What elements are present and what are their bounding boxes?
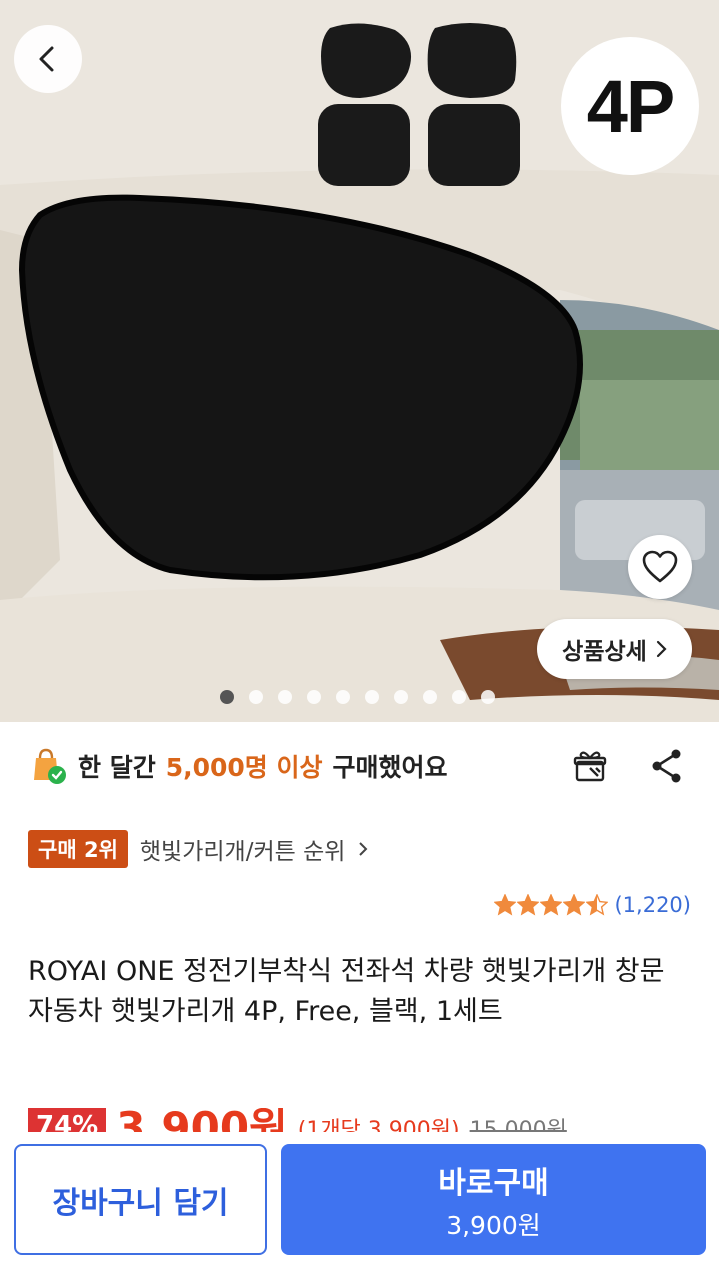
- purchase-count-highlight: 5,000명 이상: [165, 753, 323, 782]
- carousel-dot[interactable]: [365, 690, 379, 704]
- purchase-count-banner: 한 달간 5,000명 이상 구매했어요: [28, 746, 448, 786]
- add-to-cart-button[interactable]: 장바구니 담기: [14, 1144, 267, 1255]
- star-icon: [563, 894, 586, 916]
- star-icon: [586, 894, 609, 916]
- action-icons: [572, 748, 684, 784]
- chevron-right-icon: [656, 640, 667, 658]
- carousel-dot[interactable]: [481, 690, 495, 704]
- star-icon: [494, 894, 517, 916]
- carousel-dot[interactable]: [307, 690, 321, 704]
- purchase-bar: 장바구니 담기 바로구매 3,900원: [0, 1132, 719, 1270]
- carousel-dot[interactable]: [394, 690, 408, 704]
- star-icon: [540, 894, 563, 916]
- buy-now-button[interactable]: 바로구매 3,900원: [281, 1144, 706, 1255]
- carousel-indicator: [220, 690, 495, 704]
- carousel-dot[interactable]: [423, 690, 437, 704]
- pack-count-badge: 4P: [561, 37, 699, 175]
- heart-icon: [642, 550, 678, 583]
- chevron-left-icon: [39, 46, 54, 72]
- purchase-count-suffix: 구매했어요: [332, 753, 448, 782]
- share-icon[interactable]: [650, 748, 684, 784]
- rank-category-link[interactable]: 햇빛가리개/커튼 순위: [140, 832, 346, 866]
- gift-icon[interactable]: [572, 748, 608, 784]
- star-rating: [494, 894, 609, 916]
- product-detail-button[interactable]: 상품상세: [537, 619, 692, 679]
- wishlist-button[interactable]: [628, 535, 692, 599]
- carousel-dot[interactable]: [278, 690, 292, 704]
- product-title: ROYAI ONE 정전기부착식 전좌석 차량 햇빛가리개 창문 자동차 햇빛가…: [28, 956, 665, 1027]
- carousel-dot[interactable]: [452, 690, 466, 704]
- rank-badge: 구매 2위: [28, 830, 128, 868]
- shopping-bag-check-icon: [34, 748, 66, 784]
- category-rank[interactable]: 구매 2위 햇빛가리개/커튼 순위: [28, 830, 369, 868]
- purchase-count-prefix: 한 달간: [78, 753, 156, 782]
- carousel-dot[interactable]: [336, 690, 350, 704]
- product-image-carousel[interactable]: 4P 상품상세: [0, 0, 719, 722]
- rating-summary[interactable]: (1,220): [494, 893, 691, 917]
- buy-now-price: 3,900원: [446, 1210, 541, 1240]
- review-count[interactable]: (1,220): [614, 893, 691, 917]
- product-detail-label: 상품상세: [562, 639, 647, 665]
- back-button[interactable]: [14, 25, 82, 93]
- chevron-right-icon: [359, 842, 368, 856]
- carousel-dot[interactable]: [220, 690, 234, 704]
- carousel-dot[interactable]: [249, 690, 263, 704]
- star-icon: [517, 894, 540, 916]
- buy-now-label: 바로구매: [438, 1165, 549, 1201]
